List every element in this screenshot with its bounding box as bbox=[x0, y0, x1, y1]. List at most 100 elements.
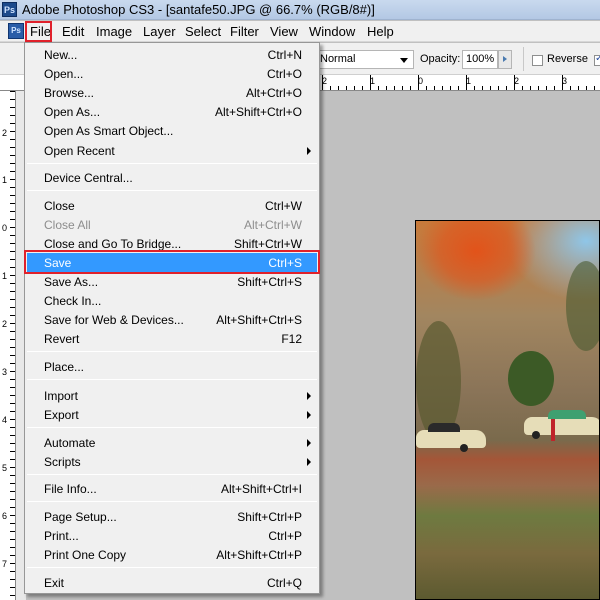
ruler-tick bbox=[10, 227, 15, 228]
ruler-tick bbox=[458, 86, 459, 90]
menu-item-open-as-smart-object[interactable]: Open As Smart Object... bbox=[27, 121, 317, 140]
ruler-tick bbox=[482, 86, 483, 90]
menu-item-print-one-copy[interactable]: Print One Copy Alt+Shift+Ctrl+P bbox=[27, 545, 317, 564]
ruler-label: 2 bbox=[2, 128, 8, 138]
ruler-tick bbox=[10, 459, 15, 460]
shortcut: Alt+Shift+Ctrl+O bbox=[214, 105, 302, 119]
ruler-tick bbox=[10, 563, 15, 564]
ruler-label: 3 bbox=[2, 367, 8, 377]
menu-item-file-info[interactable]: File Info... Alt+Shift+Ctrl+I bbox=[27, 479, 317, 498]
ruler-tick bbox=[10, 243, 15, 244]
menu-item-check-in[interactable]: Check In... bbox=[27, 291, 317, 310]
menu-item-place[interactable]: Place... bbox=[27, 357, 317, 376]
ruler-label: 1 bbox=[2, 271, 8, 281]
menu-item-exit[interactable]: Exit Ctrl+Q bbox=[27, 573, 317, 592]
ruler-tick bbox=[10, 283, 15, 284]
menu-image[interactable]: Image bbox=[96, 24, 132, 39]
menu-item-automate[interactable]: Automate bbox=[27, 433, 317, 452]
menu-item-import[interactable]: Import bbox=[27, 386, 317, 405]
ruler-tick bbox=[338, 86, 339, 90]
ruler-tick bbox=[586, 86, 587, 90]
ruler-tick bbox=[10, 379, 15, 380]
menu-help[interactable]: Help bbox=[367, 24, 394, 39]
ruler-vertical[interactable]: 2 1 0 1 2 3 4 5 6 7 bbox=[0, 91, 16, 600]
ruler-tick bbox=[10, 331, 15, 332]
ruler-tick bbox=[10, 499, 15, 500]
file-menu-dropdown: New... Ctrl+N Open... Ctrl+O Browse... Alt+… bbox=[24, 42, 320, 594]
document-image[interactable] bbox=[415, 220, 600, 600]
blend-mode-select[interactable]: Normal bbox=[314, 50, 414, 69]
menu-item-revert[interactable]: Revert F12 bbox=[27, 329, 317, 348]
ruler-tick bbox=[10, 339, 15, 340]
shortcut: Alt+Ctrl+O bbox=[245, 86, 302, 100]
ruler-tick bbox=[10, 363, 15, 364]
shortcut: Ctrl+W bbox=[265, 199, 302, 213]
menu-filter[interactable]: Filter bbox=[230, 24, 259, 39]
menu-window[interactable]: Window bbox=[309, 24, 355, 39]
ruler-tick bbox=[10, 155, 15, 156]
reverse-checkbox[interactable] bbox=[532, 55, 543, 66]
ruler-tick bbox=[386, 86, 387, 90]
ruler-tick bbox=[522, 86, 523, 90]
ruler-tick bbox=[474, 86, 475, 90]
menu-separator bbox=[27, 567, 317, 568]
menu-item-print[interactable]: Print... Ctrl+P bbox=[27, 526, 317, 545]
ruler-tick bbox=[10, 91, 15, 92]
chevron-down-icon bbox=[400, 58, 408, 63]
ruler-label: 2 bbox=[2, 319, 8, 329]
ruler-tick bbox=[10, 371, 15, 372]
menu-separator bbox=[27, 501, 317, 502]
menu-item-save-for-web[interactable]: Save for Web & Devices... Alt+Shift+Ctrl+… bbox=[27, 310, 317, 329]
menu-select[interactable]: Select bbox=[185, 24, 221, 39]
shortcut: Ctrl+P bbox=[268, 529, 302, 543]
ruler-tick bbox=[10, 595, 15, 596]
menu-item-page-setup[interactable]: Page Setup... Shift+Ctrl+P bbox=[27, 507, 317, 526]
submenu-arrow-icon bbox=[307, 439, 311, 447]
menu-item-close[interactable]: Close Ctrl+W bbox=[27, 196, 317, 215]
opacity-slider-button[interactable] bbox=[498, 50, 512, 69]
ruler-tick bbox=[10, 411, 15, 412]
app-menu-icon[interactable]: Ps bbox=[8, 23, 24, 39]
ruler-tick bbox=[442, 86, 443, 90]
menu-item-open-recent[interactable]: Open Recent bbox=[27, 141, 317, 160]
shortcut: Shift+Ctrl+W bbox=[233, 237, 302, 251]
bush-shape bbox=[508, 351, 554, 406]
ruler-tick bbox=[570, 86, 571, 90]
menu-item-save-as[interactable]: Save As... Shift+Ctrl+S bbox=[27, 272, 317, 291]
ruler-tick bbox=[10, 347, 15, 348]
menu-view[interactable]: View bbox=[270, 24, 298, 39]
ruler-tick bbox=[10, 163, 15, 164]
menu-item-scripts[interactable]: Scripts bbox=[27, 452, 317, 471]
menu-bar: Ps File Edit Image Layer Select Filter V… bbox=[0, 21, 600, 42]
ruler-origin[interactable] bbox=[0, 75, 22, 91]
menu-separator bbox=[27, 474, 317, 475]
ruler-tick bbox=[594, 86, 595, 90]
opacity-input[interactable]: 100% bbox=[462, 50, 498, 69]
ruler-tick bbox=[10, 195, 15, 196]
ruler-tick bbox=[322, 75, 323, 90]
menu-layer[interactable]: Layer bbox=[143, 24, 176, 39]
ruler-tick bbox=[10, 299, 15, 300]
ruler-tick bbox=[10, 203, 15, 204]
menu-item-device-central[interactable]: Device Central... bbox=[27, 168, 317, 187]
menu-item-browse[interactable]: Browse... Alt+Ctrl+O bbox=[27, 83, 317, 102]
ruler-tick bbox=[434, 86, 435, 90]
ruler-tick bbox=[10, 515, 15, 516]
menu-item-open[interactable]: Open... Ctrl+O bbox=[27, 64, 317, 83]
ruler-tick bbox=[10, 355, 15, 356]
ruler-tick bbox=[10, 555, 15, 556]
menu-item-open-as[interactable]: Open As... Alt+Shift+Ctrl+O bbox=[27, 102, 317, 121]
ruler-tick bbox=[498, 86, 499, 90]
ruler-tick bbox=[354, 86, 355, 90]
dither-checkbox[interactable] bbox=[594, 53, 600, 66]
ruler-tick bbox=[10, 531, 15, 532]
menu-item-export[interactable]: Export bbox=[27, 405, 317, 424]
ruler-tick bbox=[10, 419, 15, 420]
ruler-tick bbox=[10, 395, 15, 396]
menu-item-new[interactable]: New... Ctrl+N bbox=[27, 45, 317, 64]
menu-separator bbox=[27, 379, 317, 380]
ruler-tick bbox=[10, 547, 15, 548]
ruler-tick bbox=[10, 139, 15, 140]
ruler-tick bbox=[410, 86, 411, 90]
menu-edit[interactable]: Edit bbox=[62, 24, 84, 39]
